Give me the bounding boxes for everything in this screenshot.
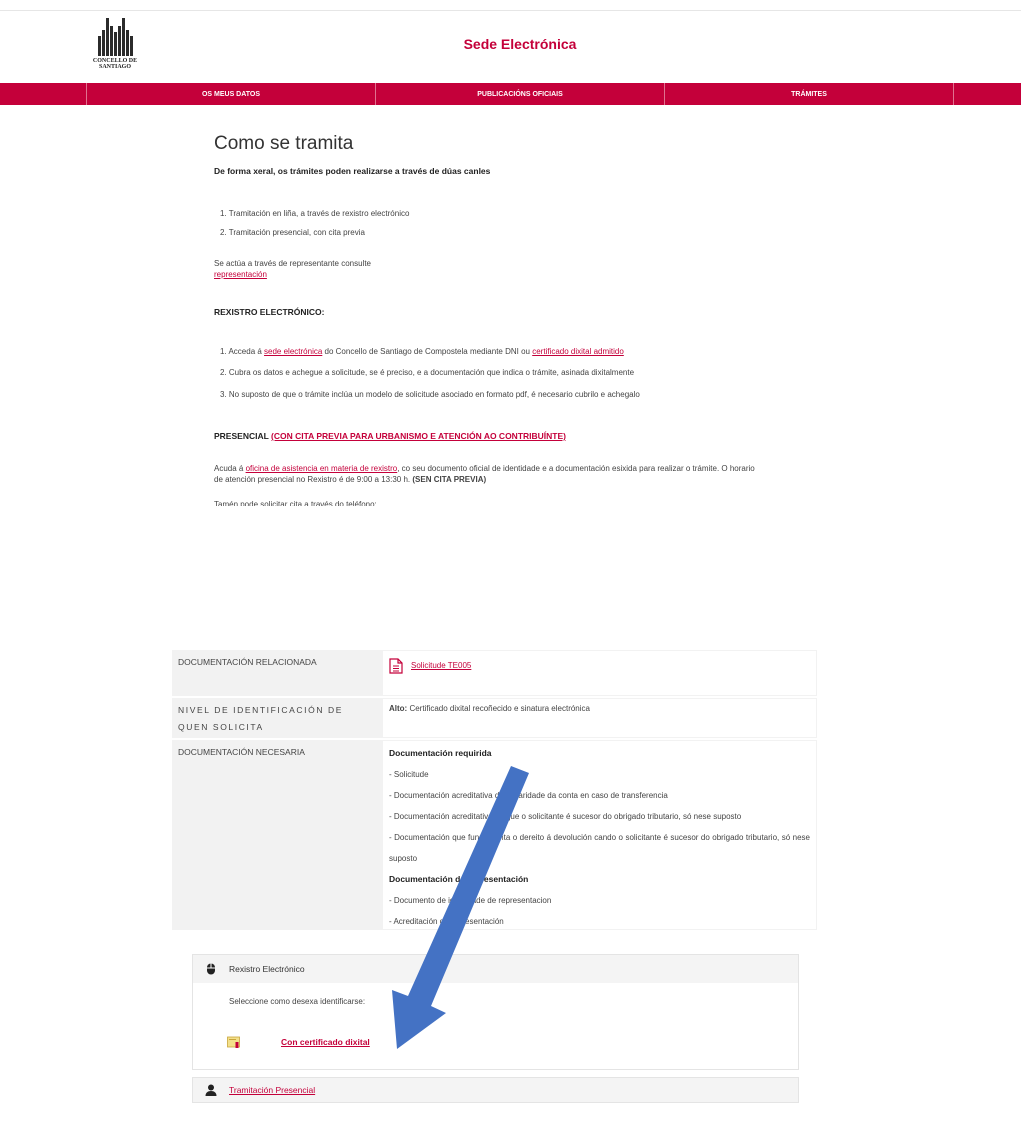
acuda-line-2: de atención presencial no Rexistro é de …: [214, 475, 487, 484]
cita-previa-link[interactable]: (CON CITA PREVIA PARA URBANISMO E ATENCI…: [271, 431, 566, 441]
oficina-link[interactable]: oficina de asistencia en materia de rexi…: [246, 464, 398, 473]
person-icon: [205, 1084, 217, 1096]
identify-prompt: Seleccione como desexa identificarse:: [229, 997, 366, 1006]
step-1: 1. Acceda á sede electrónica do Concello…: [220, 347, 624, 356]
panel-body: Seleccione como desexa identificarse: Co…: [193, 983, 798, 1073]
documentation-list: Documentación requirida - Solicitude - D…: [382, 740, 817, 930]
tramitacion-presencial-link[interactable]: Tramitación Presencial: [229, 1085, 315, 1095]
sede-electronica-link[interactable]: sede electrónica: [264, 347, 322, 356]
solicitude-link[interactable]: Solicitude TE005: [411, 661, 471, 670]
acuda-line-1: Acuda á oficina de asistencia en materia…: [214, 464, 755, 473]
site-title[interactable]: Sede Electrónica: [400, 36, 640, 52]
nav-item-meus-datos[interactable]: OS MEUS DATOS: [87, 83, 376, 105]
certificate-card-icon: [227, 1036, 240, 1048]
mouse-icon: [207, 963, 215, 975]
certificado-link[interactable]: certificado dixital admitido: [532, 347, 624, 356]
table-row: DOCUMENTACIÓN RELACIONADA Solicitude TE0…: [172, 650, 817, 698]
panel-header[interactable]: Rexistro Electrónico: [193, 955, 798, 983]
row-value: Solicitude TE005: [382, 650, 817, 696]
nav-item-tramites[interactable]: TRÁMITES: [665, 83, 954, 105]
main-nav: OS MEUS DATOS PUBLICACIÓNS OFICIAIS TRÁM…: [0, 83, 1021, 105]
electronic-registry-panel: Rexistro Electrónico Seleccione como des…: [192, 954, 799, 1070]
channel-1: 1. Tramitación en liña, a través de rexi…: [220, 209, 410, 218]
info-table: DOCUMENTACIÓN RELACIONADA Solicitude TE0…: [172, 650, 817, 932]
document-icon: [389, 658, 403, 674]
representative-text: Se actúa a través de representante consu…: [214, 259, 371, 268]
row-label: DOCUMENTACIÓN RELACIONADA: [172, 650, 382, 696]
table-row: NIVEL DE IDENTIFICACIÓN DE QUEN SOLICITA…: [172, 698, 817, 740]
top-divider: [0, 10, 1021, 11]
step-2: 2. Cubra os datos e achegue a solicitude…: [220, 368, 635, 377]
row-label: DOCUMENTACIÓN NECESARIA: [172, 740, 382, 930]
page-title: Como se tramita: [214, 133, 354, 154]
table-row: DOCUMENTACIÓN NECESARIA Documentación re…: [172, 740, 817, 932]
panel-header[interactable]: Tramitación Presencial: [193, 1078, 798, 1102]
presencial-heading: PRESENCIAL (CON CITA PREVIA PARA URBANIS…: [214, 431, 566, 441]
certificate-link[interactable]: Con certificado dixital: [281, 1037, 370, 1047]
representation-link[interactable]: representación: [214, 270, 267, 279]
row-label: NIVEL DE IDENTIFICACIÓN DE QUEN SOLICITA: [172, 698, 382, 738]
presencial-panel: Tramitación Presencial: [192, 1077, 799, 1103]
panel-title: Rexistro Electrónico: [229, 964, 305, 974]
step-3: 3. No suposto de que o trámite inclúa un…: [220, 390, 640, 399]
row-value: Alto: Certificado dixital recoñecido e s…: [382, 698, 817, 738]
nav-item-publicacions[interactable]: PUBLICACIÓNS OFICIAIS: [376, 83, 665, 105]
city-logo[interactable]: CONCELLO DE SANTIAGO: [90, 18, 140, 74]
channel-2: 2. Tramitación presencial, con cita prev…: [220, 228, 365, 237]
intro-text: De forma xeral, os trámites poden realiz…: [214, 166, 491, 176]
certificate-option[interactable]: Con certificado dixital: [227, 1035, 370, 1049]
cathedral-icon: [90, 18, 140, 56]
rexistro-heading: REXISTRO ELECTRÓNICO:: [214, 307, 325, 317]
logo-text: CONCELLO DE SANTIAGO: [92, 58, 138, 70]
phone-text-cut: Tamén pode solicitar cita a través do te…: [214, 500, 377, 506]
